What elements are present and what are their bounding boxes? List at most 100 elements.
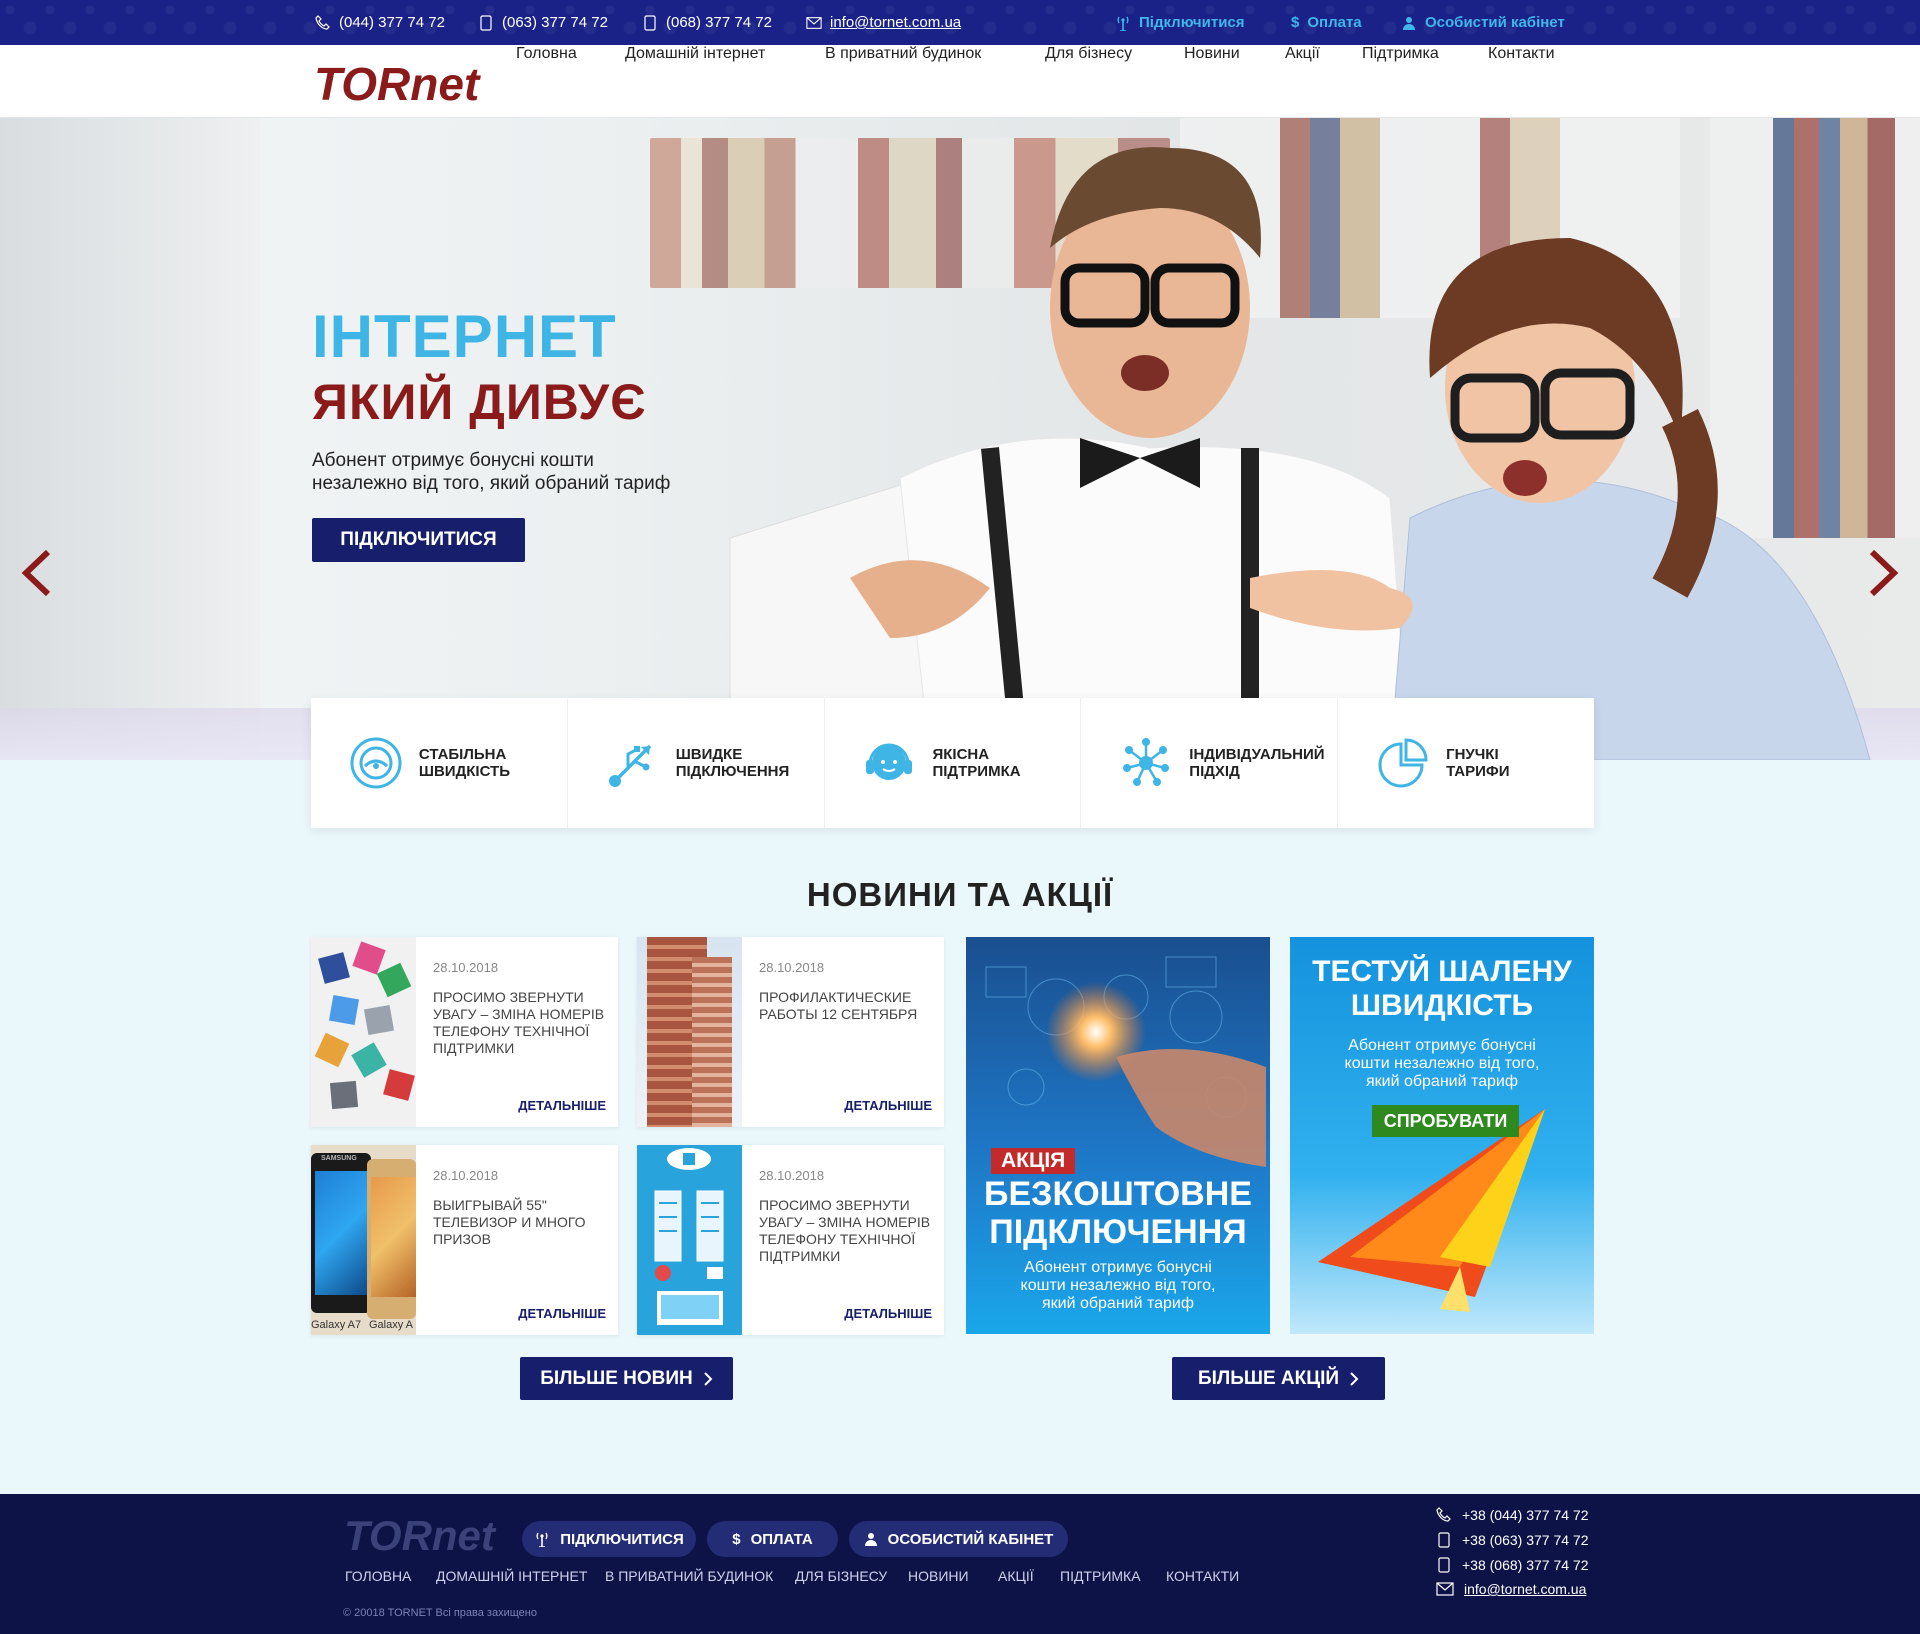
footer-payment-label: ОПЛАТА bbox=[750, 1530, 813, 1548]
slider-next-arrow-icon[interactable] bbox=[1862, 548, 1902, 598]
promo-title: БЕЗКОШТОВНЕ ПІДКЛЮЧЕННЯ bbox=[984, 1175, 1252, 1251]
email-link[interactable]: info@tornet.com.ua bbox=[830, 14, 961, 31]
footer-link-private-house[interactable]: В ПРИВАТНИЙ БУДИНОК bbox=[605, 1568, 773, 1584]
news-thumbnail: SAMSUNG Galaxy A7 Galaxy A bbox=[311, 1145, 416, 1335]
footer-connect-label: ПІДКЛЮЧИТИСЯ bbox=[560, 1530, 684, 1548]
news-title[interactable]: Просимо звернути увагу – зміна номерів т… bbox=[759, 1197, 934, 1265]
footer-logo[interactable]: TORnet bbox=[342, 1510, 507, 1556]
footer-phone-3[interactable]: +38 (068) 377 74 72 bbox=[1436, 1554, 1589, 1576]
phone-icon bbox=[1436, 1507, 1451, 1522]
feature-quality-support: Якісна підтримка bbox=[825, 698, 1082, 828]
footer-link-home[interactable]: ГОЛОВНА bbox=[345, 1568, 411, 1584]
news-title[interactable]: Профилактические работы 12 сентября bbox=[759, 989, 934, 1023]
topbar-phone-3[interactable]: (068) 377 74 72 bbox=[642, 0, 772, 45]
cabinet-label: Особистий кабінет bbox=[1425, 14, 1565, 31]
footer-email[interactable]: info@tornet.com.ua bbox=[1436, 1578, 1586, 1600]
promo-free-connection-banner[interactable]: АКЦІЯ БЕЗКОШТОВНЕ ПІДКЛЮЧЕННЯ Абонент от… bbox=[966, 937, 1270, 1334]
feature-label: Індивідуальний підхід bbox=[1189, 746, 1325, 780]
tornet-logo[interactable]: TORnet bbox=[312, 58, 487, 106]
more-news-label: БІЛЬШЕ НОВИН bbox=[540, 1367, 693, 1389]
news-card[interactable]: 28.10.2018 Просимо звернути увагу – змін… bbox=[311, 937, 618, 1127]
news-section-title: НОВИНИ ТА АКЦІЇ bbox=[806, 876, 1114, 913]
feature-label: Гнучкі тарифи bbox=[1446, 746, 1510, 780]
slider-prev-arrow-icon[interactable] bbox=[18, 548, 58, 598]
user-icon bbox=[864, 1533, 877, 1546]
news-date: 28.10.2018 bbox=[759, 960, 825, 975]
footer-phone-1[interactable]: +38 (044) 377 74 72 bbox=[1436, 1504, 1589, 1526]
footer-payment-button[interactable]: $ ОПЛАТА bbox=[707, 1521, 838, 1557]
footer-connect-button[interactable]: ПІДКЛЮЧИТИСЯ bbox=[522, 1521, 696, 1557]
dollar-icon: $ bbox=[1291, 14, 1300, 31]
payment-label: Оплата bbox=[1307, 14, 1362, 31]
news-card[interactable]: 28.10.2018 Профилактические работы 12 се… bbox=[637, 937, 944, 1127]
hero-slider bbox=[0, 118, 1920, 760]
feature-flexible-tariffs: Гнучкі тарифи bbox=[1338, 698, 1594, 828]
email-link[interactable]: info@tornet.com.ua bbox=[1464, 1581, 1586, 1597]
topbar-email[interactable]: info@tornet.com.ua bbox=[806, 0, 961, 45]
footer-link-contacts[interactable]: КОНТАКТИ bbox=[1166, 1568, 1239, 1584]
user-icon bbox=[1401, 15, 1417, 31]
news-card[interactable]: 28.10.2018 Просимо звернути увагу – змін… bbox=[637, 1145, 944, 1335]
more-promos-button[interactable]: БІЛЬШЕ АКЦІЙ bbox=[1172, 1357, 1385, 1400]
mobile-icon bbox=[642, 14, 658, 31]
antenna-icon bbox=[1115, 15, 1131, 31]
news-title[interactable]: Выигрывай 55" телевизор и много призов bbox=[433, 1197, 608, 1248]
chevron-right-icon bbox=[704, 1371, 713, 1386]
try-button[interactable]: СПРОБУВАТИ bbox=[1372, 1105, 1519, 1137]
page: (044) 377 74 72 (063) 377 74 72 (068) 37… bbox=[0, 0, 1920, 1634]
news-title[interactable]: Просимо звернути увагу – зміна номерів т… bbox=[433, 989, 608, 1057]
promo-tag: АКЦІЯ bbox=[991, 1148, 1076, 1174]
footer bbox=[0, 1494, 1920, 1634]
news-details-link[interactable]: ДЕТАЛЬНІШЕ bbox=[518, 1098, 606, 1113]
nav-link-contacts[interactable]: Контакти bbox=[1488, 45, 1920, 118]
window-image bbox=[0, 118, 260, 760]
phone-label-a: Galaxy A bbox=[369, 1319, 414, 1331]
promo-text: Абонент отримує бонусні кошти незалежно … bbox=[1344, 1037, 1540, 1090]
topbar-payment-link[interactable]: $ Оплата bbox=[1291, 0, 1362, 45]
phone-text: +38 (044) 377 74 72 bbox=[1462, 1507, 1589, 1523]
promo-title: ТЕСТУЙ ШАЛЕНУ ШВИДКІСТЬ bbox=[1312, 955, 1572, 1022]
dollar-icon: $ bbox=[732, 1530, 741, 1548]
footer-link-home-internet[interactable]: ДОМАШНІЙ ІНТЕРНЕТ bbox=[436, 1568, 587, 1584]
topbar-phone-1[interactable]: (044) 377 74 72 bbox=[315, 0, 445, 45]
footer-link-news[interactable]: НОВИНИ bbox=[908, 1568, 969, 1584]
phone-icon bbox=[315, 14, 331, 31]
news-thumbnail bbox=[311, 937, 416, 1127]
features-bar: Стабільна швидкість Швидке підключення Я… bbox=[311, 698, 1594, 828]
phone-text: (044) 377 74 72 bbox=[339, 14, 445, 31]
feature-label: Стабільна швидкість bbox=[418, 746, 510, 780]
news-thumbnail bbox=[637, 1145, 742, 1335]
topbar-phone-2[interactable]: (063) 377 74 72 bbox=[478, 0, 608, 45]
hero-connect-button[interactable]: ПІДКЛЮЧИТИСЯ bbox=[312, 518, 525, 562]
phone-text: (068) 377 74 72 bbox=[666, 14, 772, 31]
news-thumbnail bbox=[637, 937, 742, 1127]
footer-phone-2[interactable]: +38 (063) 377 74 72 bbox=[1436, 1529, 1589, 1551]
promo-speed-test-banner[interactable]: ТЕСТУЙ ШАЛЕНУ ШВИДКІСТЬ Абонент отримує … bbox=[1290, 937, 1594, 1334]
news-date: 28.10.2018 bbox=[433, 960, 499, 975]
phone-text: (063) 377 74 72 bbox=[502, 14, 608, 31]
mobile-icon bbox=[478, 14, 494, 31]
phone-text: +38 (068) 377 74 72 bbox=[1462, 1557, 1589, 1573]
phone-text: +38 (063) 377 74 72 bbox=[1462, 1532, 1589, 1548]
news-details-link[interactable]: ДЕТАЛЬНІШЕ bbox=[844, 1306, 932, 1321]
news-details-link[interactable]: ДЕТАЛЬНІШЕ bbox=[518, 1306, 606, 1321]
footer-link-business[interactable]: ДЛЯ БІЗНЕСУ bbox=[795, 1568, 887, 1584]
copyright-text: © 20018 TORNET Всі права захищено bbox=[343, 1607, 537, 1619]
news-details-link[interactable]: ДЕТАЛЬНІШЕ bbox=[844, 1098, 932, 1113]
hero-people-photo bbox=[729, 147, 1871, 760]
news-card[interactable]: SAMSUNG Galaxy A7 Galaxy A 28.10.2018 Вы… bbox=[311, 1145, 618, 1335]
footer-link-promos[interactable]: АКЦІЇ bbox=[998, 1568, 1034, 1584]
footer-link-support[interactable]: ПІДТРИМКА bbox=[1060, 1568, 1141, 1584]
topbar-cabinet-link[interactable]: Особистий кабінет bbox=[1401, 0, 1565, 45]
footer-logo-text: TORnet bbox=[344, 1512, 497, 1556]
footer-cabinet-button[interactable]: ОСОБИСТИЙ КАБІНЕТ bbox=[849, 1521, 1068, 1557]
more-news-button[interactable]: БІЛЬШЕ НОВИН bbox=[520, 1357, 733, 1400]
feature-stable-speed: Стабільна швидкість bbox=[311, 698, 568, 828]
hero-title-secondary: ЯКИЙ ДИВУЄ bbox=[312, 374, 647, 430]
feature-fast-connection: Швидке підключення bbox=[568, 698, 825, 828]
chevron-right-icon bbox=[1350, 1371, 1359, 1386]
hero-description: Абонент отримує бонусні кошти незалежно … bbox=[312, 450, 671, 494]
connect-label: Підключитися bbox=[1139, 14, 1245, 31]
topbar-connect-link[interactable]: Підключитися bbox=[1115, 0, 1245, 45]
phone-brand-text: SAMSUNG bbox=[321, 1155, 357, 1162]
